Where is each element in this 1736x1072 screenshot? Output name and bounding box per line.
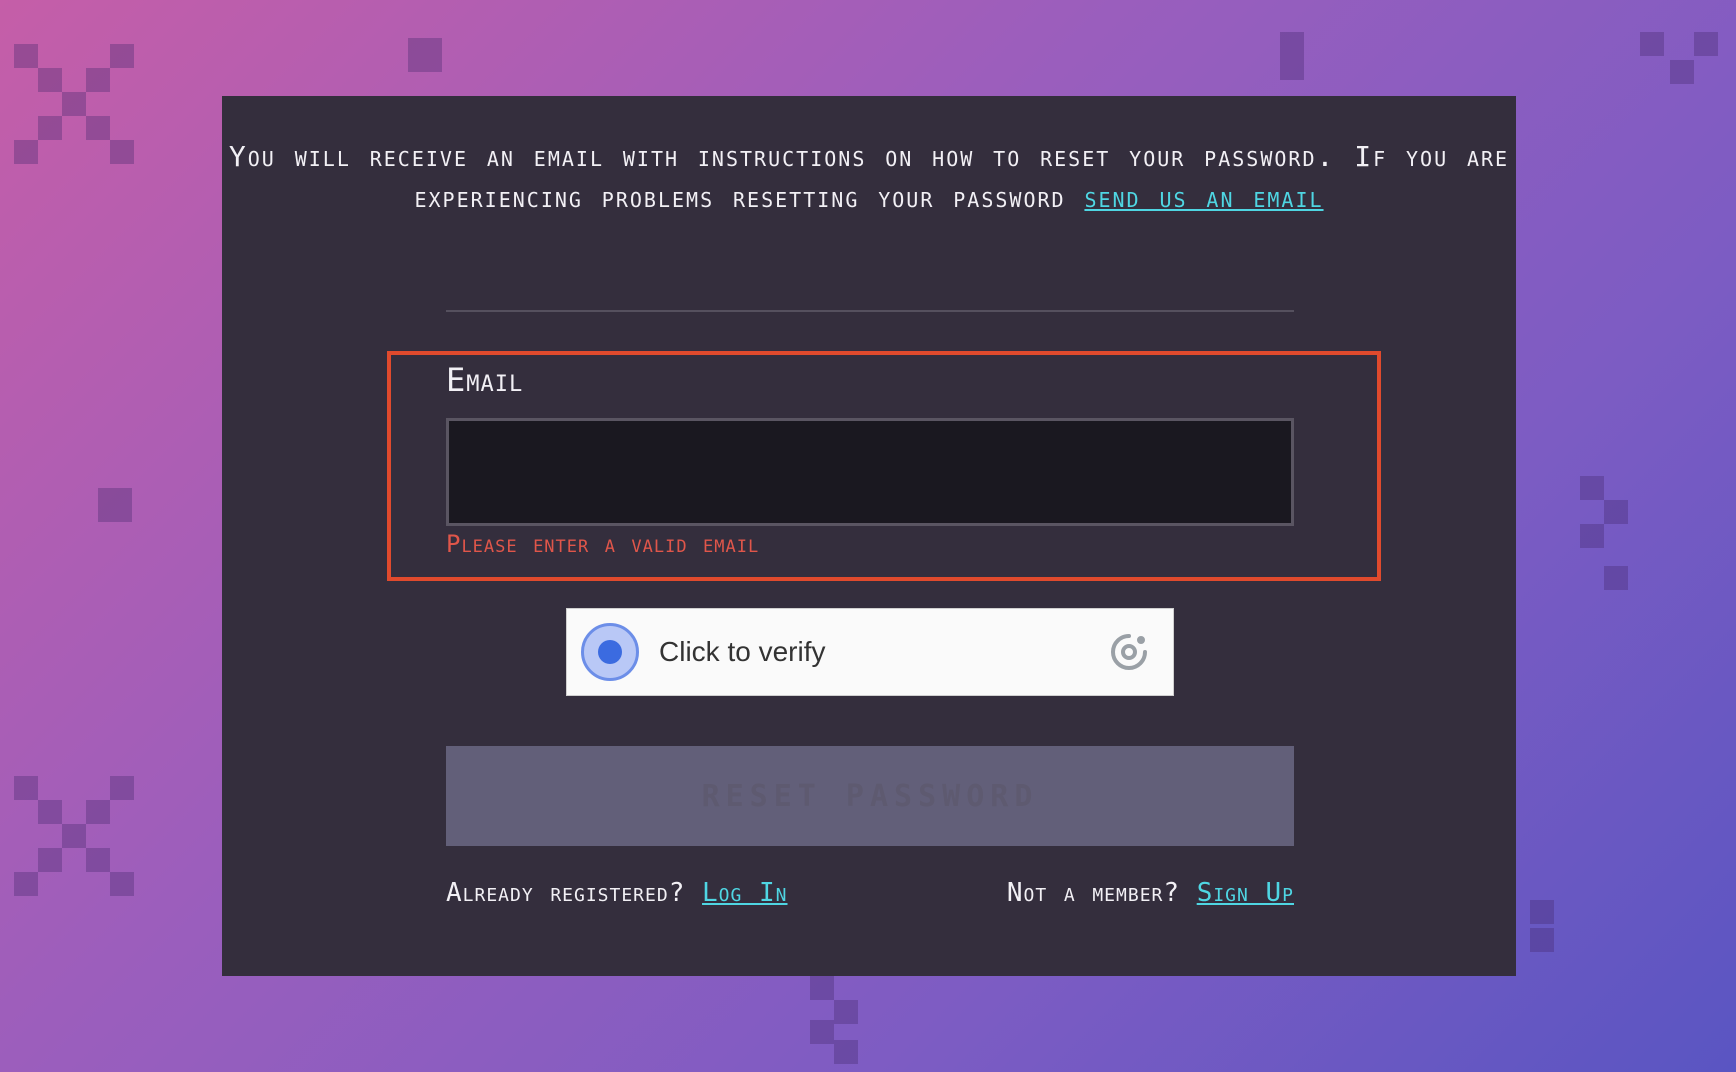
captcha-widget[interactable]: Click to verify [566, 608, 1174, 696]
login-prompt: Already registered? [446, 878, 686, 908]
instructions-text: You will receive an email with instructi… [222, 136, 1516, 218]
reset-password-button[interactable]: Reset Password [446, 746, 1294, 846]
email-input[interactable] [446, 418, 1294, 526]
login-link[interactable]: Log In [702, 878, 787, 908]
footer-links: Already registered? Log In Not a member?… [446, 878, 1294, 908]
captcha-label: Click to verify [659, 636, 826, 667]
login-section: Already registered? Log In [446, 878, 788, 908]
captcha-check-icon[interactable] [581, 623, 639, 681]
signup-link[interactable]: Sign Up [1197, 878, 1294, 908]
signup-prompt: Not a member? [1006, 878, 1181, 908]
captcha-logo-icon [1111, 634, 1147, 670]
email-error-message: Please enter a valid email [446, 530, 760, 558]
email-label: Email [446, 361, 524, 399]
reset-password-card: You will receive an email with instructi… [222, 96, 1516, 976]
send-email-link[interactable]: send us an email [1084, 181, 1323, 214]
divider [446, 310, 1294, 312]
signup-section: Not a member? Sign Up [1007, 878, 1294, 908]
